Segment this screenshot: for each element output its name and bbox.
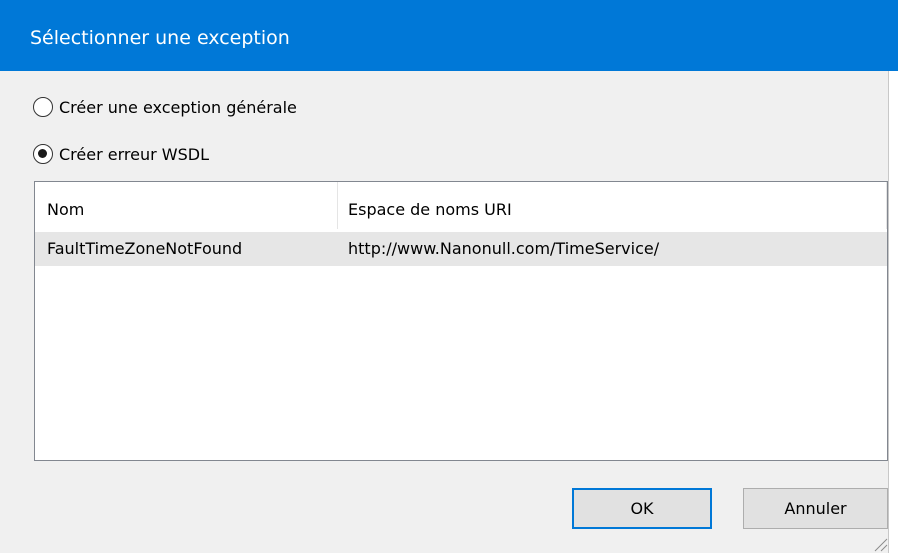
ok-button[interactable]: OK xyxy=(572,488,712,529)
window-bottom-edge xyxy=(0,553,898,557)
list-header: Nom Espace de noms URI xyxy=(35,182,887,229)
row-namespace-cell: http://www.Nanonull.com/TimeService/ xyxy=(348,239,660,258)
table-row[interactable]: FaultTimeZoneNotFound http://www.Nanonul… xyxy=(35,232,887,266)
radio-wsdl-error-label[interactable]: Créer erreur WSDL xyxy=(59,145,209,164)
window-edge xyxy=(888,71,898,557)
column-divider[interactable] xyxy=(337,182,338,229)
radio-general-exception[interactable]: Créer une exception générale xyxy=(33,94,297,120)
column-divider[interactable] xyxy=(886,182,887,229)
radio-general-exception-label[interactable]: Créer une exception générale xyxy=(59,98,297,117)
select-exception-dialog: Sélectionner une exception Créer une exc… xyxy=(0,0,898,557)
title-bar[interactable]: Sélectionner une exception xyxy=(0,0,898,71)
column-header-namespace[interactable]: Espace de noms URI xyxy=(348,182,512,229)
dialog-title: Sélectionner une exception xyxy=(30,27,290,49)
resize-grip-icon[interactable] xyxy=(872,536,888,552)
radio-dot-icon xyxy=(38,149,47,158)
cancel-button[interactable]: Annuler xyxy=(743,488,888,529)
row-name-cell: FaultTimeZoneNotFound xyxy=(47,239,243,258)
column-header-name[interactable]: Nom xyxy=(47,182,84,229)
fault-list[interactable]: Nom Espace de noms URI FaultTimeZoneNotF… xyxy=(34,181,888,461)
radio-unchecked-icon[interactable] xyxy=(33,97,53,117)
radio-wsdl-error[interactable]: Créer erreur WSDL xyxy=(33,141,209,167)
radio-checked-icon[interactable] xyxy=(33,144,53,164)
